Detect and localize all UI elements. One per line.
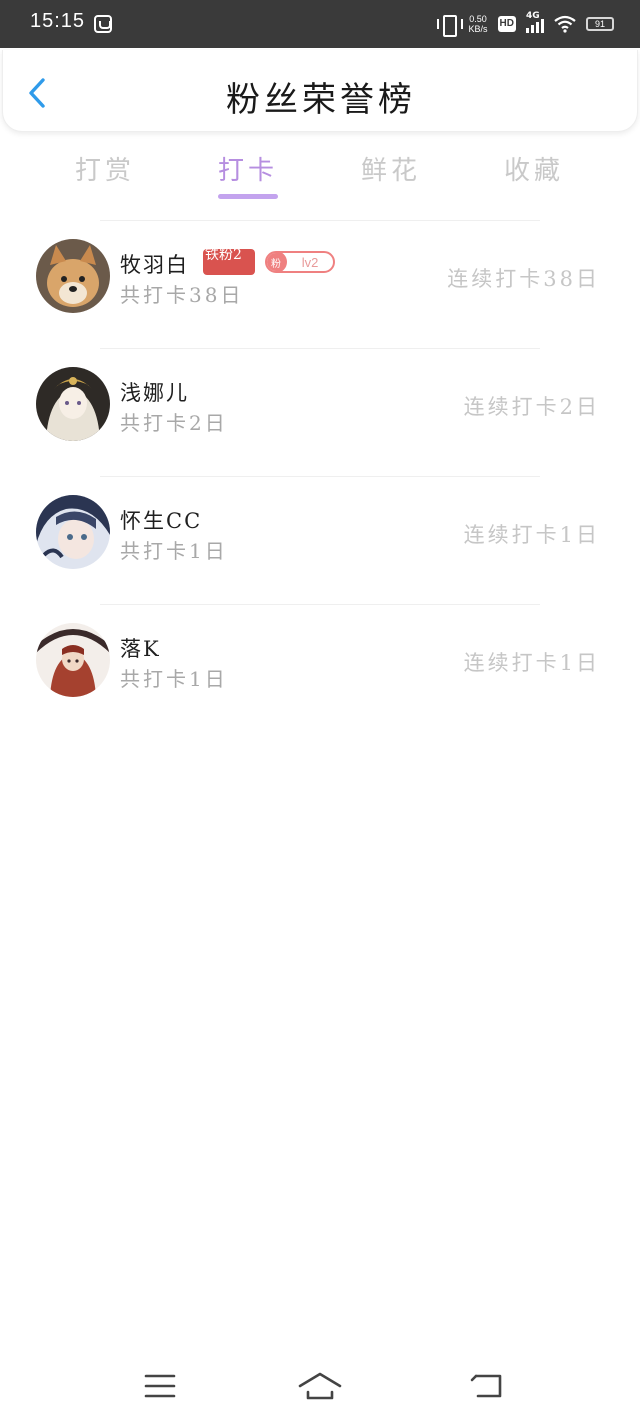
- home-button[interactable]: [298, 1370, 342, 1402]
- list-item[interactable]: 牧羽白 铁粉2 粉 lv2 共打卡38日 连续打卡38日: [0, 221, 640, 349]
- fan-level-icon: 粉: [267, 253, 287, 271]
- avatar[interactable]: [36, 623, 110, 697]
- fan-level-text: lv2: [301, 254, 319, 270]
- list-item[interactable]: 怀生CC 共打卡1日 连续打卡1日: [0, 477, 640, 605]
- user-name: 浅娜儿: [120, 381, 189, 405]
- network-type-label: 4G: [526, 11, 540, 21]
- active-tab-indicator: [218, 194, 278, 199]
- list-item[interactable]: 落K 共打卡1日 连续打卡1日: [0, 605, 640, 733]
- avatar[interactable]: [36, 367, 110, 441]
- avatar[interactable]: [36, 495, 110, 569]
- battery-icon: 91: [586, 17, 614, 31]
- streak-checkin: 连续打卡2日: [463, 395, 600, 419]
- status-icons: 0.50 KB/s HD 4G 91: [436, 11, 614, 37]
- user-name: 牧羽白: [120, 253, 189, 277]
- user-name: 怀生CC: [120, 509, 203, 533]
- total-checkin: 共打卡2日: [120, 411, 228, 435]
- total-checkin: 共打卡1日: [120, 667, 228, 691]
- total-checkin: 共打卡38日: [120, 283, 244, 307]
- wifi-icon: [554, 15, 576, 33]
- tab-checkin[interactable]: 打卡: [188, 150, 308, 187]
- list-item[interactable]: 浅娜儿 共打卡2日 连续打卡2日: [0, 349, 640, 477]
- tab-favorites[interactable]: 收藏: [474, 150, 594, 187]
- network-speed-value: 0.50: [469, 14, 487, 24]
- back-nav-button[interactable]: [466, 1370, 510, 1402]
- menu-icon: [144, 1374, 176, 1398]
- status-time: 15:15: [30, 10, 86, 32]
- tab-flowers[interactable]: 鲜花: [331, 150, 451, 187]
- avatar[interactable]: [36, 239, 110, 313]
- header: 粉丝荣誉榜: [2, 50, 638, 132]
- menu-button[interactable]: [138, 1370, 182, 1402]
- status-bar: 15:15 0.50 KB/s HD 4G 91: [0, 0, 640, 48]
- tab-reward[interactable]: 打赏: [45, 150, 165, 187]
- app-notification-icon: [94, 15, 112, 33]
- system-nav-bar: [0, 1350, 640, 1422]
- user-name: 落K: [120, 637, 161, 661]
- streak-checkin: 连续打卡1日: [463, 523, 600, 547]
- network-speed-unit: KB/s: [468, 24, 488, 34]
- network-speed: 0.50 KB/s: [469, 14, 488, 34]
- fan-badge: 铁粉2: [203, 249, 255, 275]
- tab-bar: 打赏 打卡 鲜花 收藏: [0, 140, 640, 202]
- page-title: 粉丝荣誉榜: [226, 80, 416, 120]
- streak-checkin: 连续打卡38日: [447, 267, 600, 291]
- fan-level-pill: 粉 lv2: [265, 251, 335, 273]
- signal-icon: 4G: [526, 11, 544, 33]
- back-nav-icon: [470, 1374, 502, 1398]
- hd-badge: HD: [497, 16, 516, 32]
- home-icon: [298, 1372, 342, 1400]
- vibrate-icon: [436, 14, 463, 37]
- total-checkin: 共打卡1日: [120, 539, 228, 563]
- streak-checkin: 连续打卡1日: [463, 651, 600, 675]
